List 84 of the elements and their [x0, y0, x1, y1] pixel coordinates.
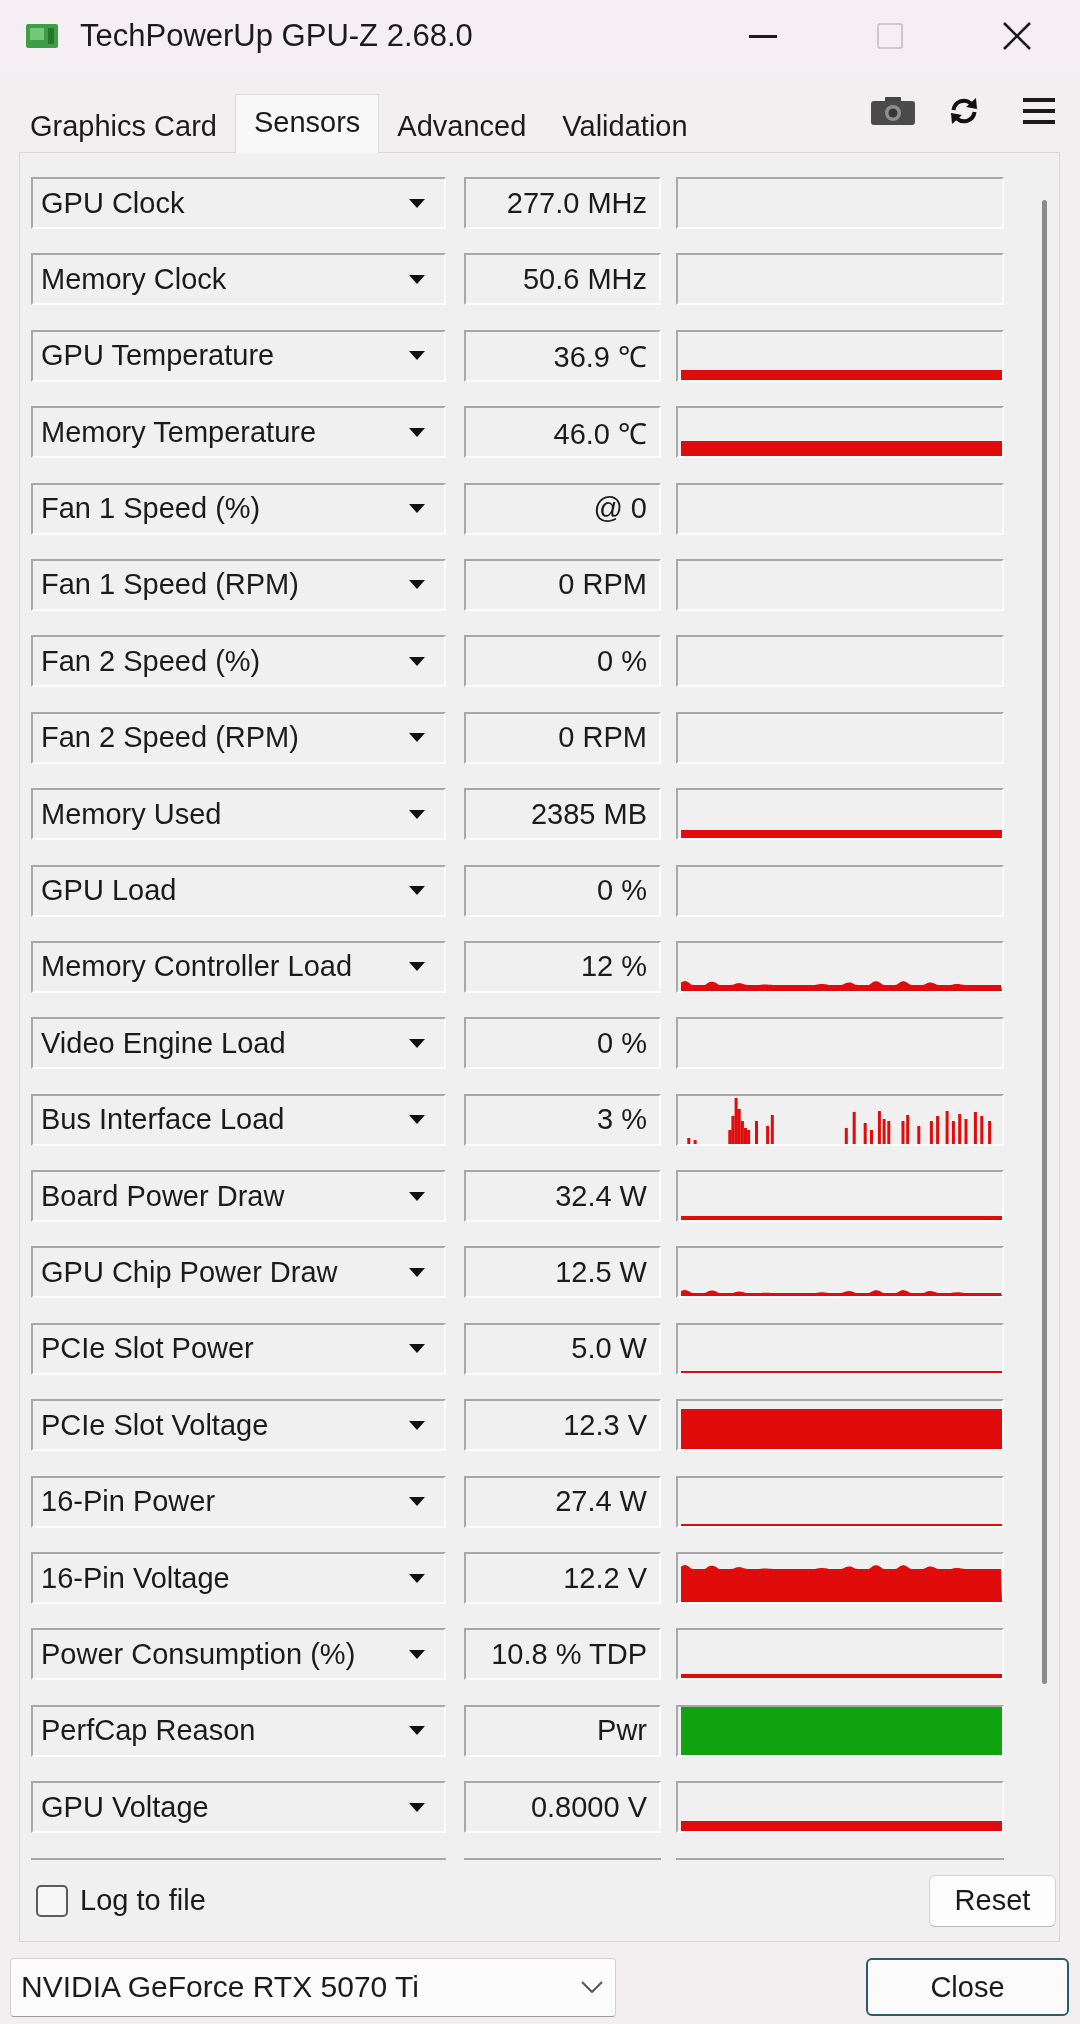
graphics-card-icon: [26, 24, 58, 48]
gpu-select[interactable]: NVIDIA GeForce RTX 5070 Ti: [10, 1957, 616, 2017]
sensor-select[interactable]: Fan 1 Speed (%): [31, 482, 446, 535]
sensor-select[interactable]: Power Consumption (%): [31, 1628, 446, 1681]
sensor-reading: 0 RPM: [464, 711, 661, 764]
sensor-select[interactable]: 16-Pin Voltage: [31, 1552, 446, 1605]
dropdown-arrow-icon: [409, 809, 425, 819]
sensor-reading: 0 RPM: [464, 558, 661, 611]
sensor-reading: 12.2 V: [464, 1552, 661, 1605]
sensor-reading: 12.3 V: [464, 1399, 661, 1452]
sensor-select[interactable]: GPU Clock: [31, 177, 446, 229]
chevron-down-icon: [581, 1981, 603, 1994]
sensor-reading: 46.0 ℃: [464, 406, 661, 459]
reset-button[interactable]: Reset: [929, 1874, 1056, 1927]
tab[interactable]: Validation: [544, 100, 706, 152]
sensor-reading: 50.6 MHz: [464, 253, 661, 306]
sensor-select[interactable]: Memory Controller Load: [31, 940, 446, 993]
tab[interactable]: Advanced: [379, 100, 545, 152]
dropdown-arrow-icon: [409, 1649, 425, 1659]
sensor-reading: 277.0 MHz: [464, 177, 661, 229]
sensor-reading: 2385 MB: [464, 788, 661, 841]
dropdown-arrow-icon: [409, 274, 425, 284]
dropdown-arrow-icon: [409, 1267, 425, 1277]
sensor-reading: 0 %: [464, 635, 661, 688]
sensor-reading: 3 %: [464, 1093, 661, 1146]
window-title: TechPowerUp GPU-Z 2.68.0: [80, 18, 473, 54]
sensor-select[interactable]: PerfCap Reason: [31, 1704, 446, 1757]
dropdown-arrow-icon: [409, 504, 425, 514]
sensor-reading: 12 %: [464, 940, 661, 993]
dropdown-arrow-icon: [409, 1115, 425, 1125]
close-icon[interactable]: [1002, 22, 1031, 50]
checkbox-label: Log to file: [80, 1884, 206, 1918]
sensor-reading: 32.4 W: [464, 1170, 661, 1223]
camera-icon[interactable]: [871, 97, 915, 125]
dropdown-arrow-icon: [409, 962, 425, 972]
sensor-select[interactable]: GPU Voltage: [31, 1781, 446, 1834]
minimize-icon[interactable]: [748, 34, 777, 38]
tab[interactable]: Graphics Card: [12, 100, 235, 152]
sensor-select[interactable]: GPU Load: [31, 864, 446, 917]
dropdown-arrow-icon: [409, 580, 425, 590]
dropdown-arrow-icon: [409, 1344, 425, 1354]
sensor-select[interactable]: Bus Interface Load: [31, 1093, 446, 1146]
dropdown-arrow-icon: [409, 1573, 425, 1583]
sensor-reading: 27.4 W: [464, 1475, 661, 1528]
dropdown-arrow-icon: [409, 733, 425, 743]
dropdown-arrow-icon: [409, 1802, 425, 1812]
sensor-select[interactable]: Memory Temperature: [31, 406, 446, 459]
sensor-select[interactable]: PCIe Slot Power: [31, 1322, 446, 1375]
sensor-reading: 5.0 W: [464, 1322, 661, 1375]
dropdown-arrow-icon: [409, 1420, 425, 1430]
scrollbar[interactable]: [1042, 200, 1047, 1684]
sensor-reading: 0 %: [464, 864, 661, 917]
checkbox[interactable]: [36, 1884, 68, 1917]
close-button[interactable]: Close: [866, 1958, 1069, 2017]
sensor-select[interactable]: Memory Clock: [31, 253, 446, 306]
dropdown-arrow-icon: [409, 427, 425, 437]
dropdown-arrow-icon: [409, 1726, 425, 1736]
dropdown-arrow-icon: [409, 1497, 425, 1507]
dropdown-arrow-icon: [409, 1191, 425, 1201]
sensor-reading: 0 %: [464, 1017, 661, 1070]
sensor-select[interactable]: GPU Temperature: [31, 329, 446, 382]
sensor-reading: Pwr: [464, 1704, 661, 1757]
sensor-reading: 10.8 % TDP: [464, 1628, 661, 1681]
sensor-select[interactable]: Video Engine Load: [31, 1017, 446, 1070]
dropdown-arrow-icon: [409, 198, 425, 208]
sensor-reading: @ 0: [464, 482, 661, 535]
sensor-select[interactable]: Fan 1 Speed (RPM): [31, 558, 446, 611]
sensor-select[interactable]: Fan 2 Speed (%): [31, 635, 446, 688]
menu-icon[interactable]: [1023, 98, 1055, 124]
dropdown-arrow-icon: [409, 1038, 425, 1048]
sensor-reading: 36.9 ℃: [464, 329, 661, 382]
dropdown-arrow-icon: [409, 351, 425, 361]
sensor-select[interactable]: PCIe Slot Voltage: [31, 1399, 446, 1452]
sensor-reading: 12.5 W: [464, 1246, 661, 1299]
sensor-select[interactable]: 16-Pin Power: [31, 1475, 446, 1528]
sensor-select[interactable]: Fan 2 Speed (RPM): [31, 711, 446, 764]
refresh-icon[interactable]: [949, 96, 979, 126]
dropdown-arrow-icon: [409, 656, 425, 666]
dropdown-arrow-icon: [409, 886, 425, 895]
sensor-select[interactable]: Board Power Draw: [31, 1170, 446, 1223]
tab[interactable]: Sensors: [234, 94, 380, 153]
sensor-select[interactable]: Memory Used: [31, 788, 446, 841]
sensor-reading: 0.8000 V: [464, 1781, 661, 1834]
sensor-select[interactable]: GPU Chip Power Draw: [31, 1246, 446, 1299]
